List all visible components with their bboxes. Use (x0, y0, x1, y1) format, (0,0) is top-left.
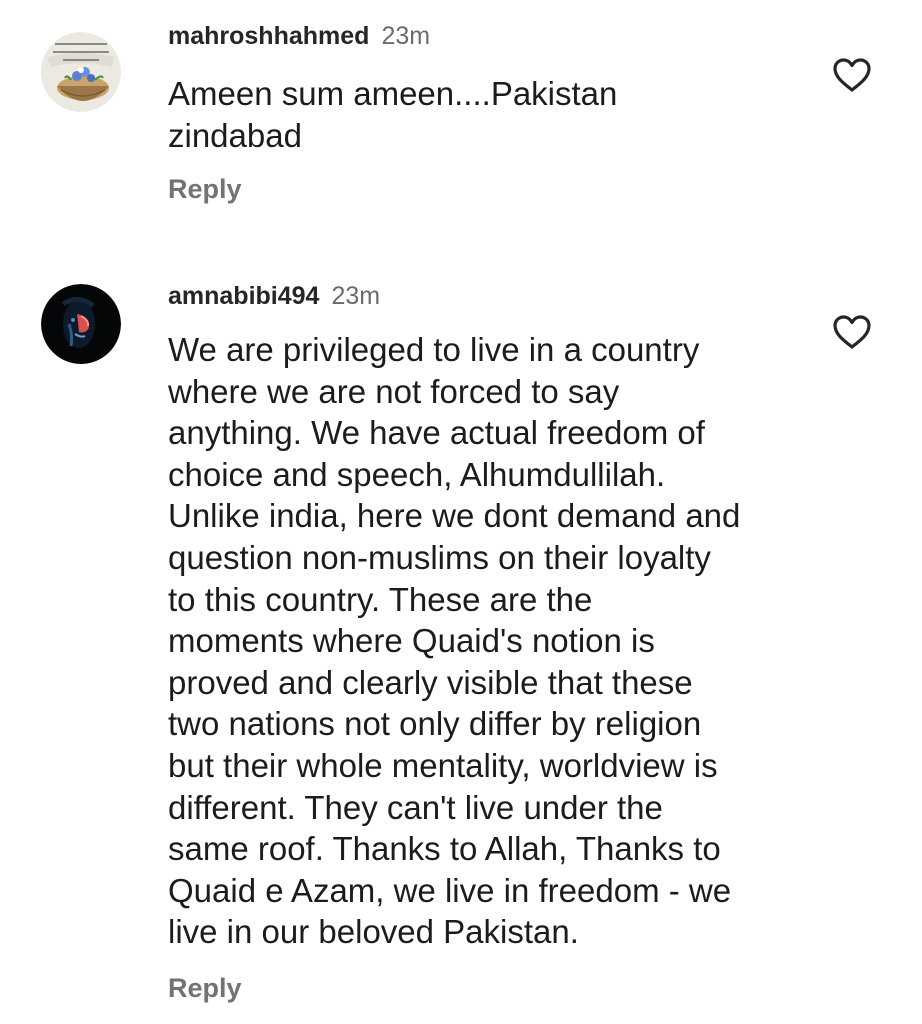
comment-item: amnabibi494 23m We are privileged to live… (0, 240, 922, 1024)
comment-item: mahroshhahmed 23m Ameen sum ameen....Paki… (0, 0, 922, 240)
comment-line: live in our beloved Pakistan. (168, 913, 579, 951)
comment-meta: amnabibi494 23m (168, 282, 380, 311)
comment-line: question non-muslims on their loyalty (168, 538, 711, 576)
comment-line: two nations not only differ by religion (168, 705, 702, 743)
avatar[interactable] (41, 32, 121, 112)
username[interactable]: mahroshhahmed (168, 22, 369, 50)
comment-line: to this country. These are the (168, 580, 593, 618)
comment-line: Quaid e Azam, we live in freedom - we (168, 871, 732, 909)
comment-text: Ameen sum ameen....Pakistan zindabad (168, 73, 808, 156)
reply-button[interactable]: Reply (168, 174, 242, 205)
timestamp: 23m (381, 22, 431, 50)
reply-button[interactable]: Reply (168, 973, 242, 1004)
comment-line: same roof. Thanks to Allah, Thanks to (168, 830, 721, 868)
avatar[interactable] (41, 284, 121, 364)
comment-line: but their whole mentality, worldview is (168, 746, 718, 784)
timestamp: 23m (331, 282, 381, 310)
comment-line: different. They can't live under the (168, 788, 663, 826)
comment-meta: mahroshhahmed 23m (168, 22, 430, 51)
comment-line: anything. We have actual freedom of (168, 414, 705, 452)
heart-outline-icon[interactable] (832, 57, 872, 93)
heart-outline-icon[interactable] (832, 314, 872, 350)
comment-line: choice and speech, Alhumdullilah. (168, 455, 666, 493)
username[interactable]: amnabibi494 (168, 282, 319, 310)
comment-line: zindabad (168, 116, 302, 154)
comment-line: where we are not forced to say (168, 372, 620, 410)
comment-line: Unlike india, here we dont demand and (168, 497, 741, 535)
comment-text: We are privileged to live in a country w… (168, 329, 808, 953)
flower-pot-avatar-icon (41, 32, 121, 112)
comment-line: We are privileged to live in a country (168, 331, 700, 368)
dark-portrait-avatar-icon (41, 284, 121, 364)
comment-line: Ameen sum ameen....Pakistan (168, 75, 618, 112)
comment-line: moments where Quaid's notion is (168, 622, 655, 660)
comment-line: proved and clearly visible that these (168, 663, 693, 701)
